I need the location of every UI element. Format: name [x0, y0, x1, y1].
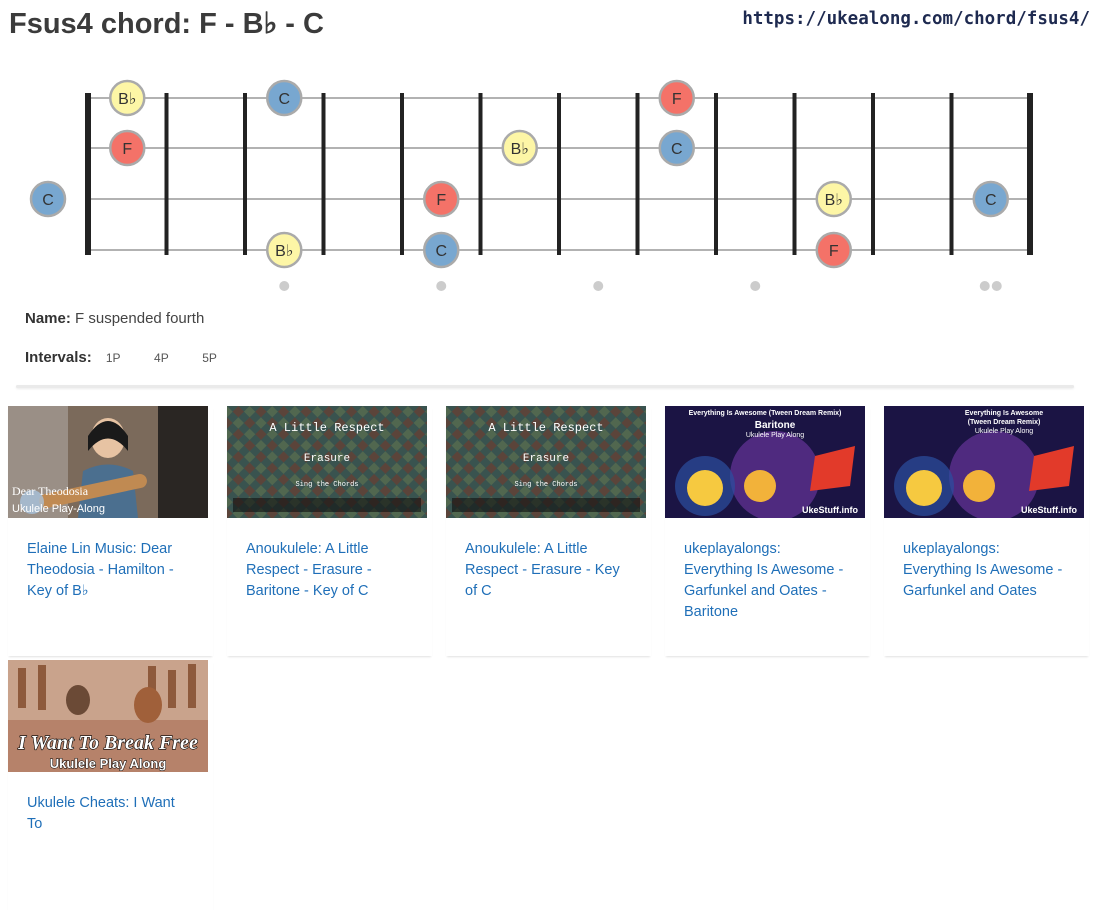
thumb-caption: Ukulele Play Along — [746, 432, 804, 439]
note-label: F — [436, 192, 446, 209]
thumb-caption: Erasure — [304, 453, 350, 465]
video-card[interactable]: A Little Respect Erasure Sing the Chords… — [227, 406, 432, 656]
thumb-brand: UkeStuff.info — [1021, 505, 1077, 515]
fretboard-diagram: B♭ C F F B♭ C C F B♭ C B♭ C F — [29, 79, 1033, 291]
inlay-dot — [593, 281, 604, 291]
page-url[interactable]: https://ukealong.com/chord/fsus4/ — [742, 9, 1090, 29]
note-label: B♭ — [118, 91, 136, 108]
video-thumbnail[interactable]: I Want To Break Free Ukulele Play Along — [8, 660, 208, 772]
note-label: C — [278, 91, 290, 108]
thumb-caption: Baritone — [755, 420, 796, 431]
chord-name-value: F suspended fourth — [75, 310, 205, 327]
section-divider — [16, 385, 1074, 388]
chord-name-row: Name: F suspended fourth — [25, 310, 204, 327]
thumb-caption: Ukulele Play Along — [975, 428, 1033, 435]
note-label: B♭ — [275, 243, 293, 260]
thumb-caption: Dear Theodosia — [12, 484, 89, 498]
thumb-brand: UkeStuff.info — [802, 505, 858, 515]
note-label: B♭ — [511, 141, 529, 158]
note-label: B♭ — [825, 192, 843, 209]
video-card[interactable]: I Want To Break Free Ukulele Play Along … — [8, 660, 213, 910]
video-title-link[interactable]: Anoukulele: A Little Respect - Erasure -… — [246, 539, 406, 602]
thumb-caption: Everything Is Awesome — [965, 410, 1043, 417]
thumb-caption: A Little Respect — [269, 421, 384, 435]
inlay-dot — [279, 281, 290, 291]
video-title-link[interactable]: Elaine Lin Music: Dear Theodosia - Hamil… — [27, 539, 187, 602]
inlay-dot — [979, 281, 990, 291]
interval-item: 5P — [202, 351, 217, 365]
note-label: F — [829, 243, 839, 260]
thumb-caption: Sing the Chords — [295, 481, 358, 489]
video-title-link[interactable]: Ukulele Cheats: I Want To — [27, 793, 187, 835]
thumb-caption: Sing the Chords — [514, 481, 577, 489]
page-title: Fsus4 chord: F - B♭ - C — [9, 8, 324, 40]
video-thumbnail[interactable]: Everything Is Awesome (Tween Dream Remix… — [884, 406, 1084, 518]
note-label: C — [435, 243, 447, 260]
interval-item: 4P — [154, 351, 169, 365]
note-label: C — [985, 192, 997, 209]
note-label: F — [672, 91, 682, 108]
video-card[interactable]: Everything Is Awesome (Tween Dream Remix… — [884, 406, 1089, 656]
inlay-dot — [750, 281, 761, 291]
inlay-dot — [991, 281, 1002, 291]
video-thumbnail[interactable]: Everything Is Awesome (Tween Dream Remix… — [665, 406, 865, 518]
thumb-caption: Everything Is Awesome (Tween Dream Remix… — [689, 410, 842, 417]
video-card[interactable]: Everything Is Awesome (Tween Dream Remix… — [665, 406, 870, 656]
thumb-caption: (Tween Dream Remix) — [968, 419, 1041, 426]
video-title-link[interactable]: ukeplayalongs: Everything Is Awesome - G… — [684, 539, 844, 623]
note-label: C — [42, 192, 54, 209]
chord-name-label: Name: — [25, 310, 71, 327]
note-label: F — [122, 141, 132, 158]
thumb-caption: Ukulele Play Along — [50, 756, 167, 771]
video-title-link[interactable]: Anoukulele: A Little Respect - Erasure -… — [465, 539, 625, 602]
intervals-label: Intervals: — [25, 349, 92, 366]
chord-intervals-row: Intervals: 1P 4P 5P — [25, 349, 236, 366]
video-title-link[interactable]: ukeplayalongs: Everything Is Awesome - G… — [903, 539, 1063, 602]
video-thumbnail[interactable]: A Little Respect Erasure Sing the Chords — [446, 406, 646, 518]
video-card[interactable]: A Little Respect Erasure Sing the Chords… — [446, 406, 651, 656]
video-card[interactable]: Dear Theodosia Ukulele Play-Along Elaine… — [8, 406, 213, 656]
thumb-caption: Erasure — [523, 453, 569, 465]
thumb-caption: I Want To Break Free — [17, 732, 198, 754]
thumb-caption: A Little Respect — [488, 421, 603, 435]
video-thumbnail[interactable]: Dear Theodosia Ukulele Play-Along — [8, 406, 208, 518]
interval-item: 1P — [105, 351, 121, 365]
thumb-caption: Ukulele Play-Along — [12, 503, 105, 515]
video-thumbnail[interactable]: A Little Respect Erasure Sing the Chords — [227, 406, 427, 518]
inlay-dot — [436, 281, 447, 291]
note-label: C — [671, 141, 683, 158]
